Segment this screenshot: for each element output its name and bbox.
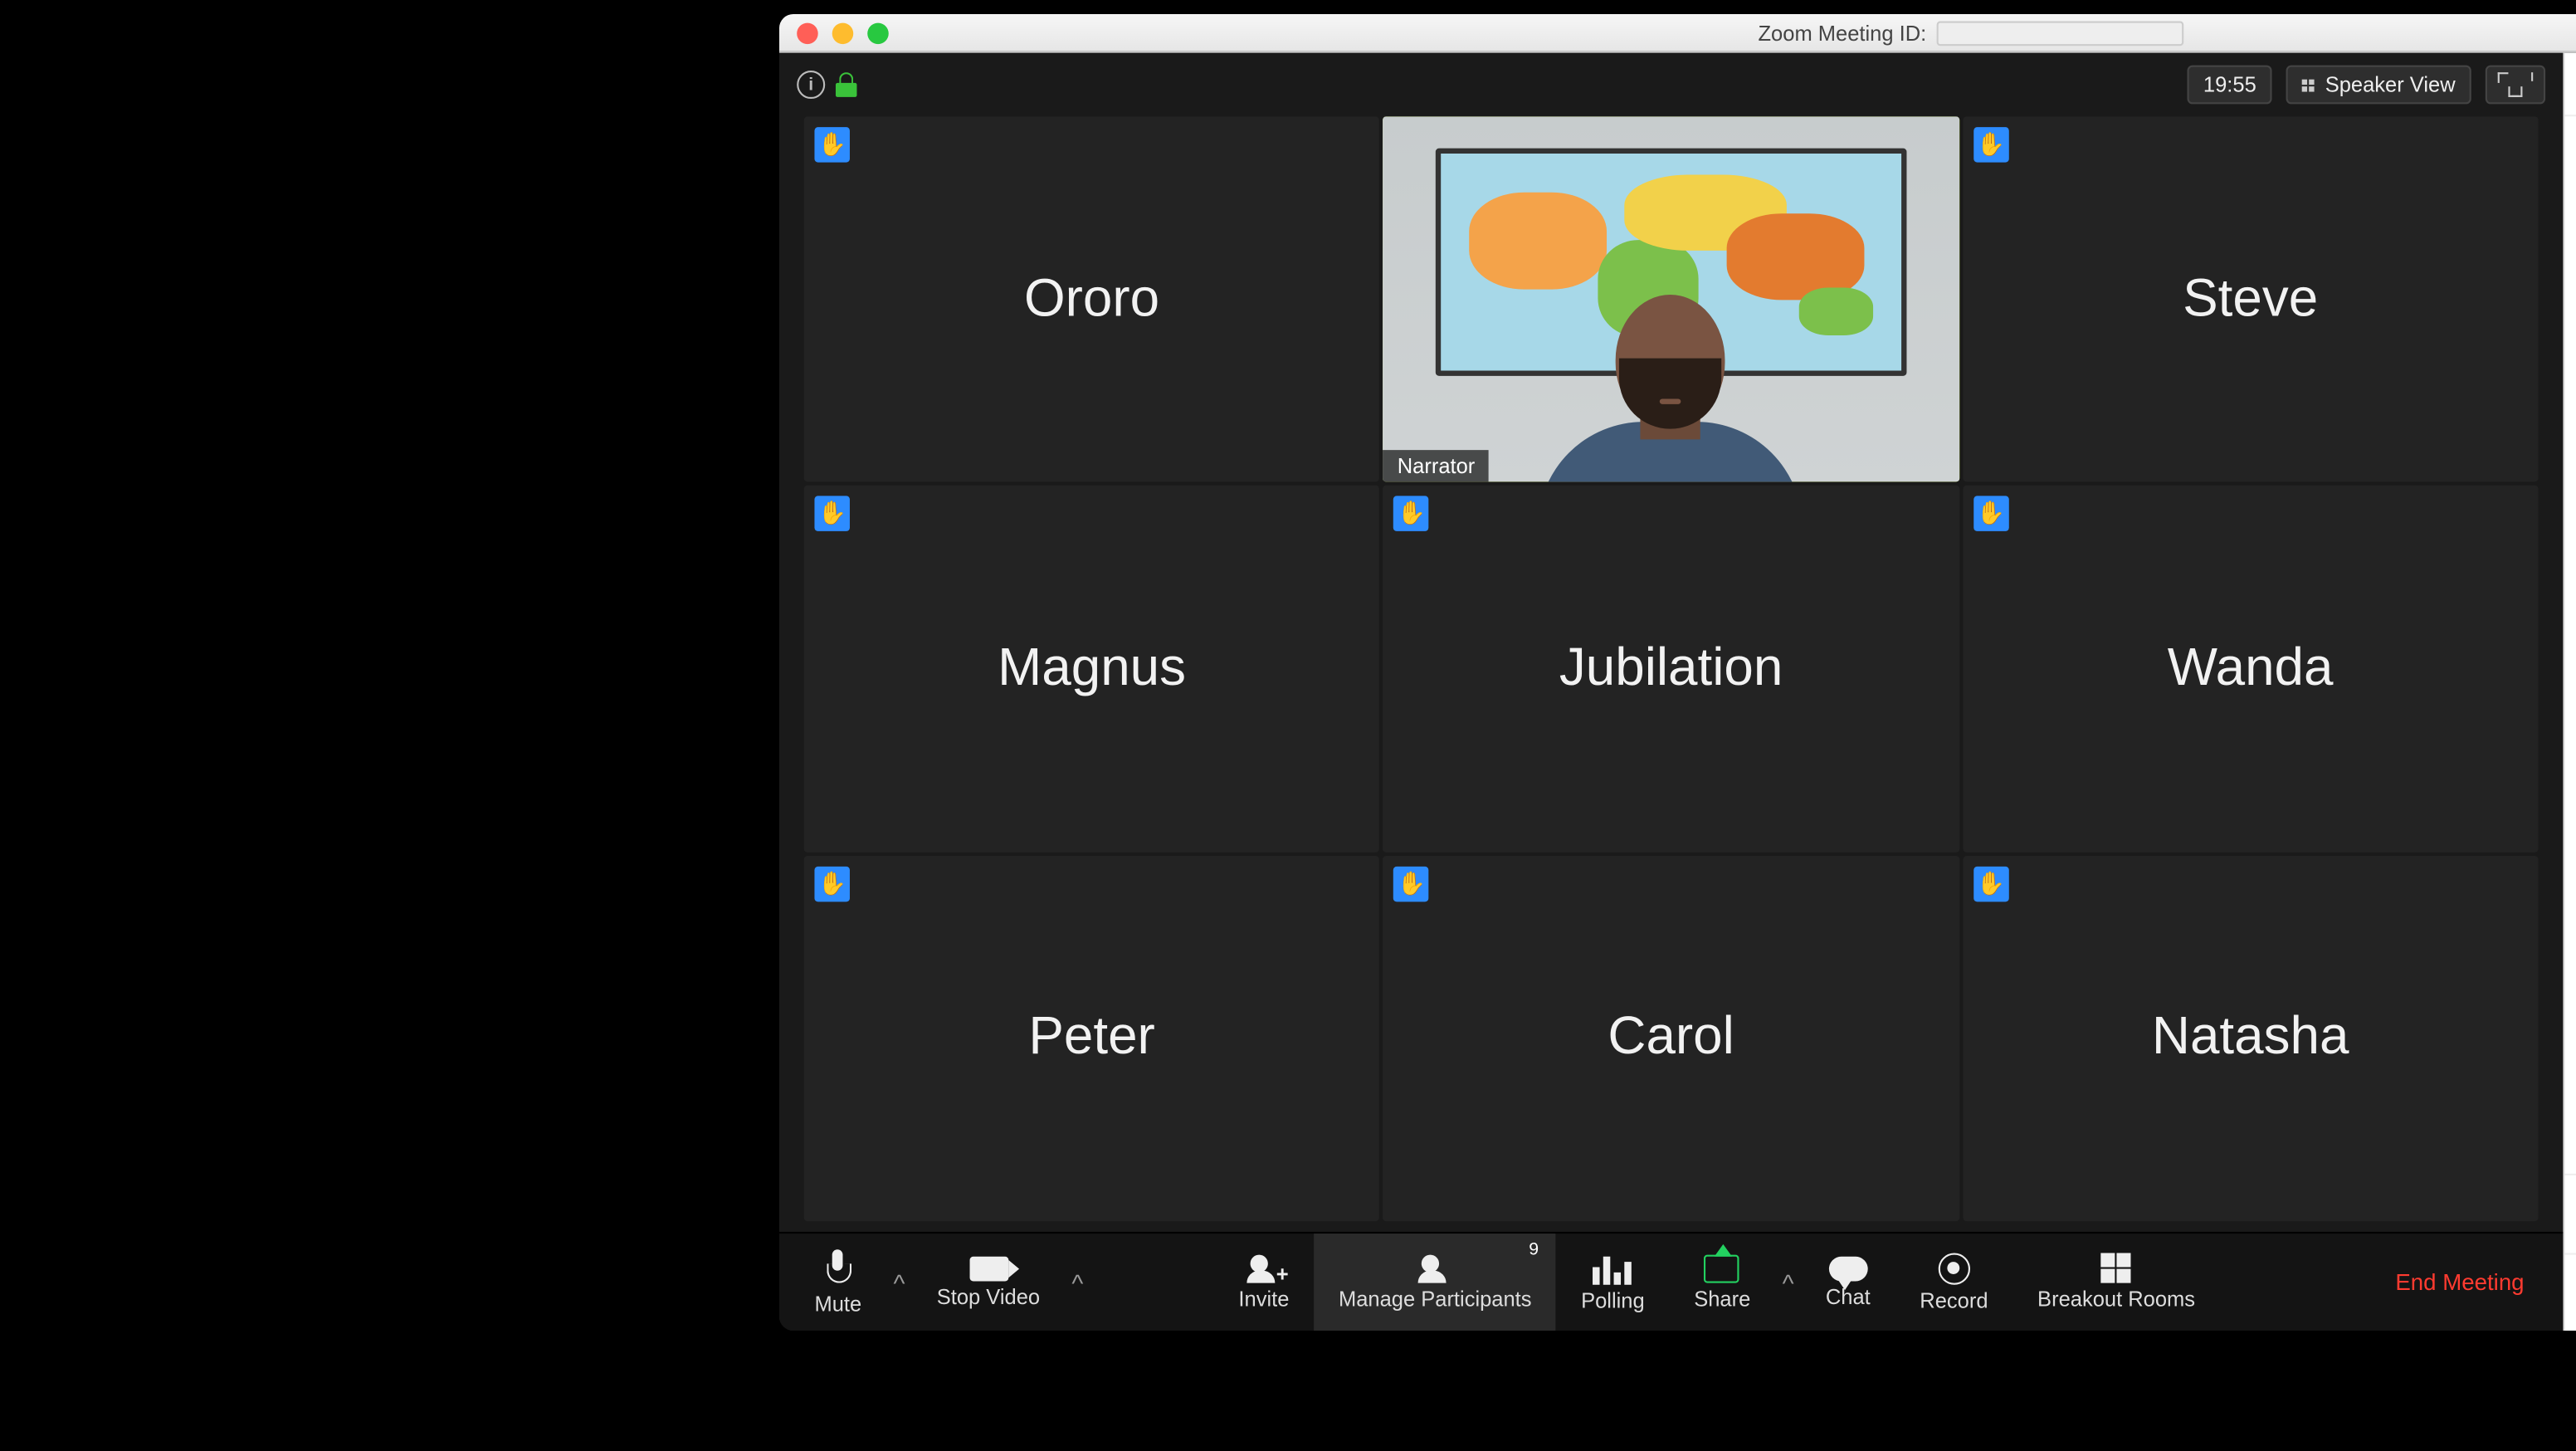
raised-hand-icon: ✋ bbox=[1393, 496, 1429, 532]
chat-icon bbox=[1828, 1256, 1867, 1281]
invite-icon: + bbox=[1247, 1254, 1282, 1282]
participant-row[interactable]: WWanda✋ bbox=[2564, 448, 2576, 515]
fullscreen-button[interactable] bbox=[2486, 66, 2545, 105]
participants-list: Narrator (Host, me)OOroro✋MMagnus✋JJubil… bbox=[2564, 180, 2576, 1174]
mute-label: Mute bbox=[814, 1291, 861, 1316]
manage-label: Manage Participants bbox=[1339, 1286, 1532, 1311]
video-tile-natasha[interactable]: ✋ Natasha bbox=[1963, 855, 2539, 1221]
participant-row[interactable]: PPeter✋ bbox=[2564, 515, 2576, 583]
video-name-label: Steve bbox=[2183, 270, 2318, 330]
video-name-label: Carol bbox=[1608, 1009, 1734, 1068]
timer-value: 19:55 bbox=[2203, 72, 2256, 97]
video-tile-steve[interactable]: ✋ Steve bbox=[1963, 116, 2539, 482]
video-tile-wanda[interactable]: ✋ Wanda bbox=[1963, 486, 2539, 852]
manage-participants-button[interactable]: 9 Manage Participants bbox=[1314, 1234, 1556, 1331]
share-label: Share bbox=[1694, 1286, 1750, 1311]
zoom-window: Zoom Meeting ID: i 19:55 bbox=[779, 14, 2576, 1331]
breakout-icon bbox=[2101, 1253, 2131, 1282]
video-name-label: Jubilation bbox=[1559, 639, 1783, 699]
participants-panel: ⌄ Participants (9) Narrator (Host, me)OO… bbox=[2563, 53, 2576, 1331]
raised-hand-icon: ✋ bbox=[1973, 866, 2009, 901]
share-icon bbox=[1705, 1254, 1740, 1282]
video-tile-magnus[interactable]: ✋ Magnus bbox=[804, 486, 1380, 852]
speaker-silhouette bbox=[1539, 271, 1803, 482]
camera-icon bbox=[969, 1256, 1008, 1281]
record-icon bbox=[1938, 1252, 1969, 1283]
share-chevron[interactable]: ^ bbox=[1775, 1268, 1801, 1297]
stop-video-label: Stop Video bbox=[937, 1284, 1040, 1309]
invite-label: Invite bbox=[1238, 1286, 1289, 1311]
participants-header: ⌄ Participants (9) bbox=[2564, 53, 2576, 117]
mute-button[interactable]: Mute bbox=[790, 1234, 886, 1331]
video-tile-carol[interactable]: ✋ Carol bbox=[1383, 855, 1959, 1221]
meeting-top-strip: i 19:55 Speaker View bbox=[779, 53, 2563, 117]
record-label: Record bbox=[1920, 1287, 1988, 1312]
meeting-toolbar: Mute ^ Stop Video ^ + Invite bbox=[779, 1232, 2563, 1331]
video-name-label: Ororo bbox=[1024, 270, 1159, 330]
meeting-id-field[interactable] bbox=[1937, 20, 2184, 45]
maximize-window-icon[interactable] bbox=[867, 22, 889, 44]
polling-label: Polling bbox=[1581, 1287, 1645, 1312]
polling-button[interactable]: Polling bbox=[1556, 1234, 1669, 1331]
share-button[interactable]: Share bbox=[1669, 1234, 1775, 1331]
raised-hand-icon: ✋ bbox=[814, 496, 850, 532]
active-video-feed bbox=[1383, 116, 1959, 482]
end-meeting-button[interactable]: End Meeting bbox=[2367, 1269, 2552, 1296]
record-button[interactable]: Record bbox=[1895, 1234, 2013, 1331]
speaker-view-button[interactable]: Speaker View bbox=[2286, 66, 2471, 105]
participant-row[interactable]: OOroro✋ bbox=[2564, 247, 2576, 315]
raised-hand-icon: ✋ bbox=[814, 127, 850, 163]
video-name-label: Wanda bbox=[2168, 639, 2334, 699]
video-tile-narrator[interactable]: Narrator bbox=[1383, 116, 1959, 482]
raised-hand-icon: ✋ bbox=[1973, 127, 2009, 163]
participant-row[interactable]: Narrator (Host, me) bbox=[2564, 180, 2576, 247]
microphone-icon bbox=[826, 1248, 851, 1287]
participant-row[interactable]: SSteve✋ bbox=[2564, 716, 2576, 784]
participant-row[interactable]: CCarol✋ bbox=[2564, 583, 2576, 650]
raised-hand-icon: ✋ bbox=[1393, 866, 1429, 901]
close-window-icon[interactable] bbox=[797, 22, 818, 44]
participant-row[interactable]: NNatasha✋ bbox=[2564, 649, 2576, 716]
fullscreen-icon-2 bbox=[2508, 72, 2533, 97]
video-name-label: Peter bbox=[1028, 1009, 1154, 1068]
info-icon[interactable]: i bbox=[797, 71, 825, 99]
meeting-timer: 19:55 bbox=[2188, 66, 2272, 105]
participants-icon bbox=[1417, 1254, 1453, 1282]
participant-row[interactable]: JJubilation✋ bbox=[2564, 381, 2576, 448]
video-name-label: Magnus bbox=[998, 639, 1186, 699]
end-meeting-label: End Meeting bbox=[2395, 1269, 2524, 1296]
video-chevron[interactable]: ^ bbox=[1065, 1268, 1090, 1297]
gallery-icon bbox=[2302, 79, 2315, 91]
breakout-rooms-button[interactable]: Breakout Rooms bbox=[2013, 1234, 2220, 1331]
stop-video-button[interactable]: Stop Video bbox=[912, 1234, 1065, 1331]
video-tile-jubilation[interactable]: ✋ Jubilation bbox=[1383, 486, 1959, 852]
reactions-bar: ✓ yes ✕ no « go slower » go faster bbox=[2564, 1174, 2576, 1253]
video-name-label: Narrator bbox=[1383, 451, 1490, 482]
meeting-main-area: i 19:55 Speaker View bbox=[779, 53, 2563, 1331]
raised-hand-icon: ✋ bbox=[814, 866, 850, 901]
participants-footer: Mute All Unmute All More ⌄ bbox=[2564, 1253, 2576, 1331]
view-label: Speaker View bbox=[2325, 72, 2456, 97]
polling-icon bbox=[1593, 1252, 1632, 1283]
breakout-label: Breakout Rooms bbox=[2037, 1287, 2195, 1312]
video-name-label: Natasha bbox=[2152, 1009, 2349, 1068]
invite-button[interactable]: + Invite bbox=[1214, 1234, 1315, 1331]
participants-count-badge: 9 bbox=[1529, 1241, 1539, 1260]
video-tile-ororo[interactable]: ✋ Ororo bbox=[804, 116, 1380, 482]
raised-hand-icon: ✋ bbox=[1973, 496, 2009, 532]
mac-titlebar: Zoom Meeting ID: bbox=[779, 14, 2576, 53]
traffic-lights bbox=[779, 22, 889, 44]
participant-row[interactable]: MMagnus✋ bbox=[2564, 314, 2576, 381]
minimize-window-icon[interactable] bbox=[832, 22, 854, 44]
window-title: Zoom Meeting ID: bbox=[1758, 20, 1926, 45]
chat-button[interactable]: Chat bbox=[1801, 1234, 1895, 1331]
lock-icon bbox=[836, 72, 857, 97]
video-grid: ✋Ororo Narrator✋Steve✋Magnus✋Jubilation✋… bbox=[779, 116, 2563, 1232]
video-tile-peter[interactable]: ✋ Peter bbox=[804, 855, 1380, 1221]
mute-chevron[interactable]: ^ bbox=[886, 1268, 912, 1297]
